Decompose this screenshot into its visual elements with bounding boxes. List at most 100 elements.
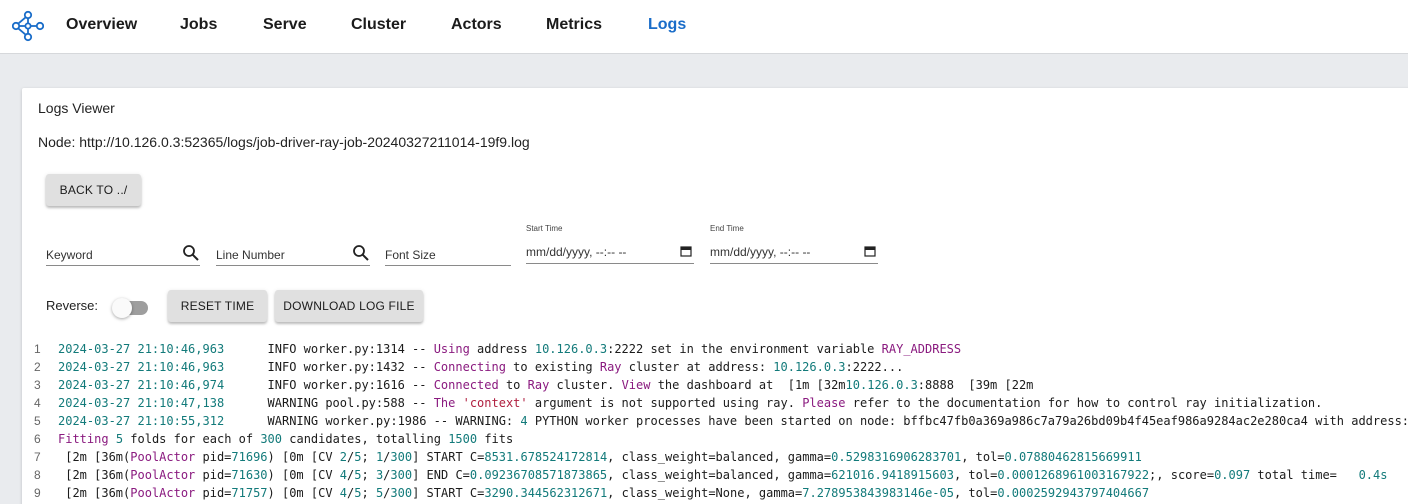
log-token: 10.126.0.3 — [773, 360, 846, 374]
start-time-input[interactable]: mm/dd/yyyy, --:-- -- — [526, 238, 694, 264]
log-token: to — [498, 378, 528, 392]
log-token: PoolActor — [130, 468, 196, 482]
nav-logs[interactable]: Logs — [648, 16, 686, 34]
log-token: PoolActor — [130, 486, 196, 500]
log-line: 4 2024-03-27 21:10:47,138 WARNING pool.py… — [34, 394, 1408, 412]
log-line: 2 2024-03-27 21:10:46,963 INFO worker.py:… — [34, 358, 1408, 376]
line-number: 3 — [34, 378, 41, 392]
log-token: 0.4s — [1358, 468, 1388, 482]
log-token: cluster. — [549, 378, 622, 392]
end-time-value: mm/dd/yyyy, --:-- -- — [710, 245, 811, 259]
nav-serve[interactable]: Serve — [263, 16, 307, 34]
line-number: 8 — [34, 468, 41, 482]
reverse-label: Reverse: — [46, 298, 99, 313]
log-token: 0.097 — [1214, 468, 1251, 482]
log-token: Ray — [599, 360, 622, 374]
log-token: The — [433, 396, 456, 410]
ray-logo-icon[interactable] — [12, 9, 44, 43]
log-line: 7 [2m [36m(PoolActor pid=71696) [0m [CV … — [34, 448, 1408, 466]
log-token: 71630 — [231, 468, 268, 482]
search-icon[interactable] — [182, 244, 200, 262]
line-number: 2 — [34, 360, 41, 374]
log-token: 300 — [390, 468, 413, 482]
keyword-placeholder: Keyword — [46, 248, 93, 262]
log-token: 300 — [390, 486, 413, 500]
log-token: , class_weight=None, gamma= — [607, 486, 803, 500]
log-token: WARNING worker.py:1986 -- WARNING: — [224, 414, 521, 428]
calendar-icon[interactable] — [680, 245, 692, 257]
log-token: ) [0m [CV — [267, 468, 340, 482]
log-token: to existing — [505, 360, 600, 374]
logs-viewer-title: Logs Viewer — [38, 100, 115, 116]
log-token: 2024-03-27 21:10:47,138 — [58, 396, 225, 410]
log-token: , tol= — [953, 468, 998, 482]
download-log-button[interactable]: DOWNLOAD LOG FILE — [275, 290, 423, 322]
log-token: WARNING pool.py:588 -- — [224, 396, 434, 410]
log-token — [109, 432, 116, 446]
log-token — [455, 396, 462, 410]
log-token: pid= — [195, 468, 232, 482]
log-token: 300 — [260, 432, 283, 446]
log-token: 5 — [115, 432, 124, 446]
log-token: RAY_ADDRESS — [881, 342, 962, 356]
end-time-label: End Time — [710, 224, 744, 233]
log-token: PoolActor — [130, 450, 196, 464]
log-token: 0.09236708571873865 — [469, 468, 608, 482]
log-token: , class_weight=balanced, gamma= — [607, 450, 832, 464]
log-line: 5 2024-03-27 21:10:55,312 WARNING worker.… — [34, 412, 1408, 430]
log-token: ] END C= — [412, 468, 470, 482]
log-token: folds for each of — [123, 432, 261, 446]
log-token: ] START C= — [412, 486, 485, 500]
log-token: , class_weight=balanced, gamma= — [607, 468, 832, 482]
log-token: [2m [36m( — [58, 450, 131, 464]
logs-viewer-card: Logs Viewer Node: http://10.126.0.3:5236… — [22, 88, 1408, 504]
log-token: 8531.678524172814 — [484, 450, 608, 464]
log-token: 4 — [339, 468, 348, 482]
log-token: 'context' — [462, 396, 528, 410]
log-token: pid= — [195, 486, 232, 500]
log-token: 2024-03-27 21:10:46,963 — [58, 342, 225, 356]
log-token: 621016.9418915603 — [831, 468, 954, 482]
nav-actors[interactable]: Actors — [451, 16, 502, 34]
log-token: ; — [361, 468, 376, 482]
reset-time-button[interactable]: RESET TIME — [168, 290, 267, 322]
log-token: 2024-03-27 21:10:46,974 — [58, 378, 225, 392]
log-token: 300 — [390, 450, 413, 464]
log-token: 4 — [339, 486, 348, 500]
font-size-input[interactable]: Font Size — [385, 240, 511, 266]
log-line: 6 Fitting 5 folds for each of 300 candida… — [34, 430, 1408, 448]
log-token: ; — [361, 450, 376, 464]
calendar-icon[interactable] — [864, 245, 876, 257]
line-number-placeholder: Line Number — [216, 248, 285, 262]
log-token: 71696 — [231, 450, 268, 464]
log-token: Connected — [433, 378, 499, 392]
log-token: ] START C= — [412, 450, 485, 464]
top-navigation-bar: Overview Jobs Serve Cluster Actors Metri… — [0, 0, 1408, 54]
line-number: 4 — [34, 396, 41, 410]
log-token: address — [469, 342, 535, 356]
log-token: , tol= — [953, 486, 998, 500]
nav-jobs[interactable]: Jobs — [180, 16, 217, 34]
log-token: fits — [477, 432, 514, 446]
nav-overview[interactable]: Overview — [66, 16, 137, 34]
line-number: 7 — [34, 450, 41, 464]
log-token: ; — [361, 486, 376, 500]
log-token: pid= — [195, 450, 232, 464]
nav-metrics[interactable]: Metrics — [546, 16, 602, 34]
log-token: ) [0m [CV — [267, 450, 340, 464]
log-token: :2222 set in the environment variable — [607, 342, 882, 356]
log-token: cluster at address: — [621, 360, 774, 374]
search-icon[interactable] — [352, 244, 370, 262]
log-token: 2024-03-27 21:10:46,963 — [58, 360, 225, 374]
toggle-thumb — [112, 298, 132, 318]
reverse-toggle[interactable] — [112, 298, 148, 318]
end-time-input[interactable]: mm/dd/yyyy, --:-- -- — [710, 238, 878, 264]
back-button[interactable]: BACK TO ../ — [46, 174, 141, 206]
nav-cluster[interactable]: Cluster — [351, 16, 406, 34]
line-number-input[interactable]: Line Number — [216, 240, 370, 266]
log-token: 0.07880462815669911 — [1004, 450, 1142, 464]
log-token: 7.278953843983146e-05 — [802, 486, 954, 500]
log-token: INFO worker.py:1314 -- — [224, 342, 434, 356]
keyword-input[interactable]: Keyword — [46, 240, 200, 266]
start-time-label: Start Time — [526, 224, 563, 233]
